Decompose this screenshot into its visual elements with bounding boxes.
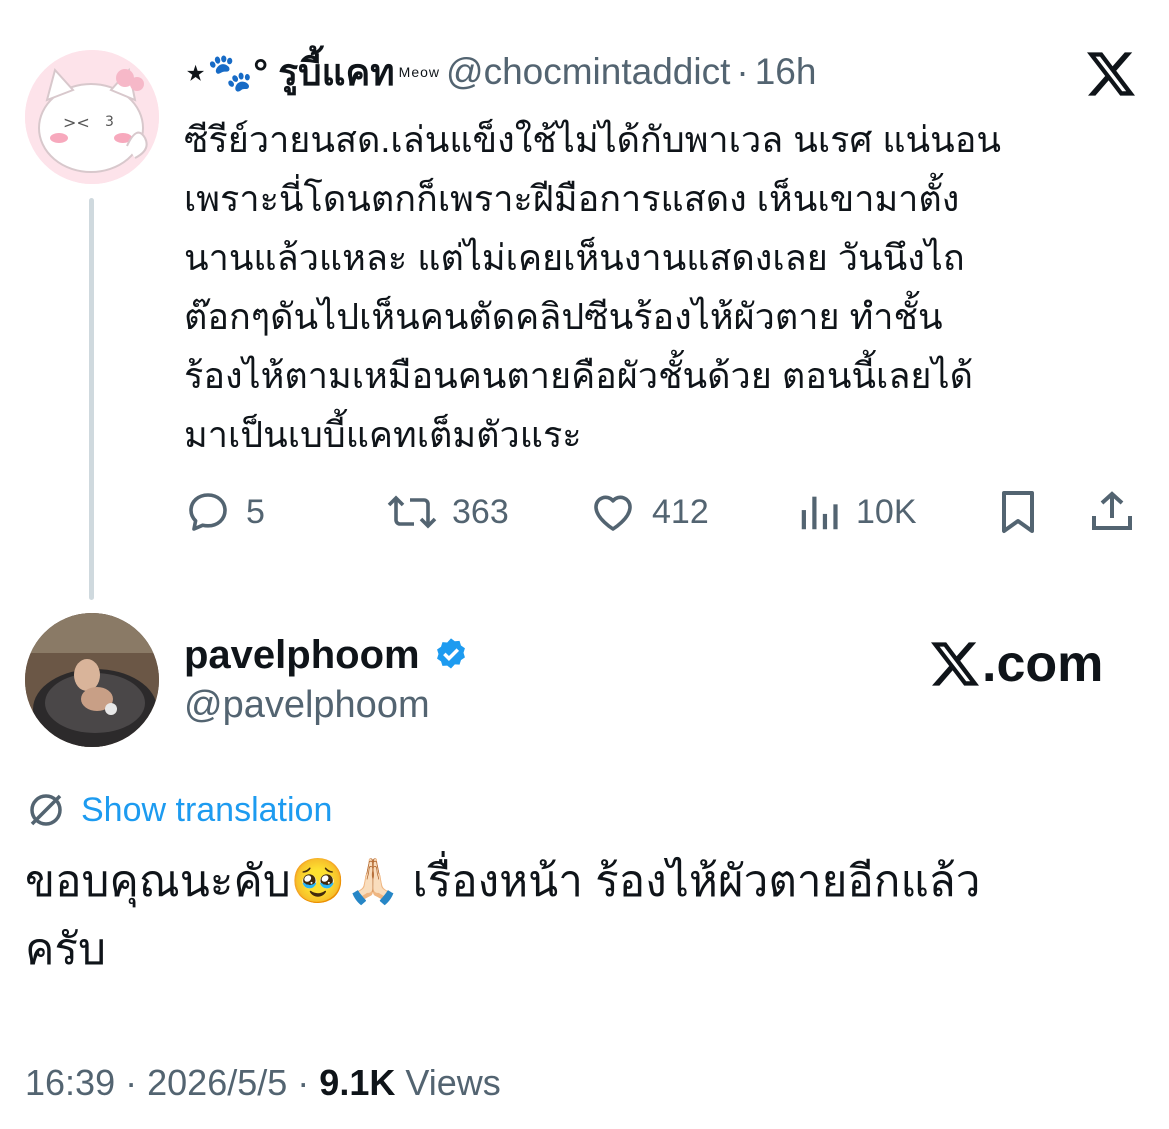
like-icon (594, 495, 632, 531)
repost-count: 363 (452, 492, 509, 531)
main-author-row: pavelphoom (184, 630, 470, 680)
show-translation-link[interactable]: Show translation (25, 787, 332, 833)
tweet-date[interactable]: 2026/5/5 (147, 1062, 287, 1103)
meta-dot: · (297, 1062, 310, 1103)
reply-action-bar: 5 363 412 10K (184, 484, 1144, 540)
reply-header: ⋆🐾° รูบี้แคท Meow @chocmintaddict · 16h (184, 44, 816, 100)
reply-name-decoration: Meow (398, 64, 441, 80)
reply-author-avatar[interactable]: >< 3 (25, 50, 159, 184)
share-button[interactable] (1088, 484, 1150, 540)
tweet-meta-footer: 16:39 · 2026/5/5 · 9.1K Views (25, 1062, 501, 1104)
x-logo-icon (931, 642, 979, 686)
reply-handle[interactable]: @chocmintaddict (446, 51, 730, 93)
like-button[interactable]: 412 (588, 484, 709, 540)
views-button[interactable]: 10K (796, 484, 917, 540)
repost-icon (387, 495, 437, 529)
watermark-text: .com (982, 635, 1104, 693)
reply-count: 5 (246, 492, 265, 531)
main-tweet-text: ขอบคุณนะคับ🥹🙏🏻 เรื่องหน้า ร้องไห้ผัวตายอ… (25, 857, 981, 974)
svg-text:3: 3 (105, 114, 114, 130)
bookmark-button[interactable] (996, 484, 1054, 540)
views-label: Views (405, 1062, 501, 1103)
reply-timestamp[interactable]: 16h (755, 51, 817, 93)
cat-avatar-illustration: >< 3 (25, 50, 159, 184)
bookmark-icon (1002, 491, 1034, 533)
views-icon (801, 496, 838, 530)
share-icon (1092, 491, 1132, 530)
profile-photo (25, 613, 159, 747)
like-count: 412 (652, 492, 709, 531)
tweet-time[interactable]: 16:39 (25, 1062, 115, 1103)
x-com-watermark: .com (930, 634, 1103, 694)
verified-badge-icon (436, 638, 465, 669)
reply-tweet-text: ซีรีย์วายนสด.เล่นแข็งใช้ไม่ได้กับพาเวล น… (184, 119, 1001, 455)
meta-dot: · (125, 1062, 138, 1103)
main-author-avatar[interactable] (25, 613, 159, 747)
thread-connector-line (89, 198, 94, 600)
repost-button[interactable]: 363 (386, 484, 509, 540)
x-logo-icon[interactable] (1086, 50, 1136, 98)
translate-icon (30, 794, 62, 826)
svg-text:><: >< (63, 113, 90, 132)
reply-display-name[interactable]: ⋆🐾° รูบี้แคท (184, 43, 395, 102)
show-translation-label[interactable]: Show translation (81, 791, 332, 830)
views-count: 10K (856, 492, 917, 531)
main-handle[interactable]: @pavelphoom (184, 684, 430, 727)
reply-separator: · (736, 51, 749, 92)
views-total: 9.1K (319, 1062, 396, 1103)
reply-button[interactable]: 5 (184, 484, 265, 540)
main-display-name[interactable]: pavelphoom (184, 633, 420, 678)
reply-icon (189, 493, 227, 531)
